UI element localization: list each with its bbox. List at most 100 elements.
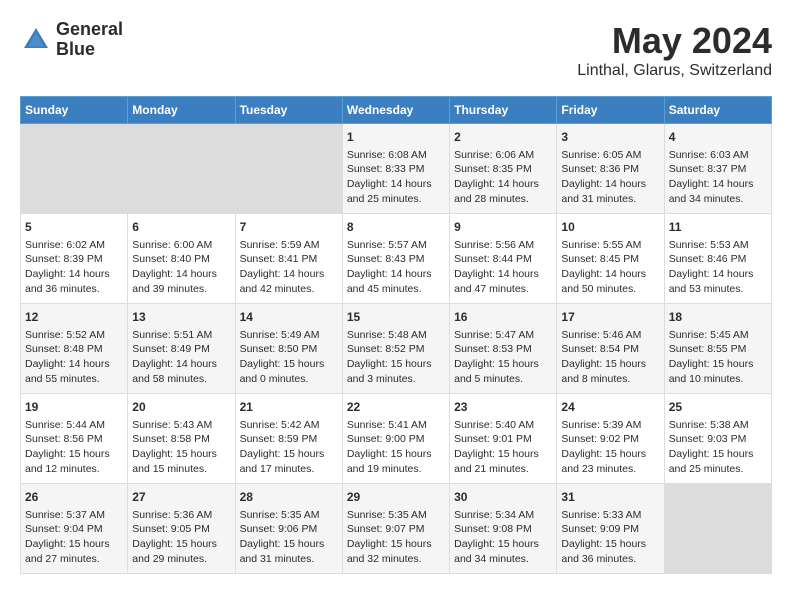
sunrise-text: Sunrise: 5:53 AM (669, 238, 767, 253)
daylight-text: Daylight: 14 hours (347, 177, 445, 192)
calendar-cell: 20Sunrise: 5:43 AMSunset: 8:58 PMDayligh… (128, 394, 235, 484)
sunset-text: Sunset: 9:07 PM (347, 522, 445, 537)
sunset-text: Sunset: 8:35 PM (454, 162, 552, 177)
daylight-text: and 19 minutes. (347, 462, 445, 477)
daylight-text: Daylight: 15 hours (347, 447, 445, 462)
sunset-text: Sunset: 9:09 PM (561, 522, 659, 537)
daylight-text: Daylight: 15 hours (454, 447, 552, 462)
sunrise-text: Sunrise: 5:43 AM (132, 418, 230, 433)
calendar-cell (235, 124, 342, 214)
sunset-text: Sunset: 8:59 PM (240, 432, 338, 447)
daylight-text: and 58 minutes. (132, 372, 230, 387)
sunset-text: Sunset: 8:46 PM (669, 252, 767, 267)
calendar-cell: 2Sunrise: 6:06 AMSunset: 8:35 PMDaylight… (450, 124, 557, 214)
sunset-text: Sunset: 9:08 PM (454, 522, 552, 537)
daylight-text: and 31 minutes. (561, 192, 659, 207)
daylight-text: Daylight: 15 hours (454, 537, 552, 552)
calendar-cell: 11Sunrise: 5:53 AMSunset: 8:46 PMDayligh… (664, 214, 771, 304)
daylight-text: and 55 minutes. (25, 372, 123, 387)
daylight-text: and 28 minutes. (454, 192, 552, 207)
daylight-text: Daylight: 14 hours (561, 267, 659, 282)
logo-icon (20, 24, 52, 56)
daylight-text: Daylight: 15 hours (561, 447, 659, 462)
sunset-text: Sunset: 9:04 PM (25, 522, 123, 537)
header-cell-tuesday: Tuesday (235, 97, 342, 124)
daylight-text: Daylight: 14 hours (669, 177, 767, 192)
daylight-text: and 25 minutes. (347, 192, 445, 207)
day-number: 24 (561, 399, 659, 416)
daylight-text: Daylight: 14 hours (132, 267, 230, 282)
daylight-text: and 0 minutes. (240, 372, 338, 387)
sunrise-text: Sunrise: 5:39 AM (561, 418, 659, 433)
day-number: 21 (240, 399, 338, 416)
calendar-week-3: 19Sunrise: 5:44 AMSunset: 8:56 PMDayligh… (21, 394, 772, 484)
calendar-cell: 3Sunrise: 6:05 AMSunset: 8:36 PMDaylight… (557, 124, 664, 214)
sunset-text: Sunset: 8:39 PM (25, 252, 123, 267)
sunset-text: Sunset: 9:02 PM (561, 432, 659, 447)
calendar-cell: 15Sunrise: 5:48 AMSunset: 8:52 PMDayligh… (342, 304, 449, 394)
day-number: 26 (25, 489, 123, 506)
daylight-text: and 39 minutes. (132, 282, 230, 297)
daylight-text: and 34 minutes. (454, 552, 552, 567)
sunset-text: Sunset: 8:54 PM (561, 342, 659, 357)
day-number: 17 (561, 309, 659, 326)
daylight-text: Daylight: 15 hours (347, 357, 445, 372)
sunset-text: Sunset: 9:01 PM (454, 432, 552, 447)
calendar-cell: 9Sunrise: 5:56 AMSunset: 8:44 PMDaylight… (450, 214, 557, 304)
sunrise-text: Sunrise: 5:40 AM (454, 418, 552, 433)
calendar-body: 1Sunrise: 6:08 AMSunset: 8:33 PMDaylight… (21, 124, 772, 574)
sunrise-text: Sunrise: 5:56 AM (454, 238, 552, 253)
daylight-text: and 50 minutes. (561, 282, 659, 297)
day-number: 20 (132, 399, 230, 416)
day-number: 1 (347, 129, 445, 146)
sunset-text: Sunset: 8:53 PM (454, 342, 552, 357)
daylight-text: Daylight: 15 hours (669, 447, 767, 462)
sunset-text: Sunset: 8:50 PM (240, 342, 338, 357)
daylight-text: and 36 minutes. (561, 552, 659, 567)
daylight-text: and 23 minutes. (561, 462, 659, 477)
calendar-cell: 18Sunrise: 5:45 AMSunset: 8:55 PMDayligh… (664, 304, 771, 394)
subtitle: Linthal, Glarus, Switzerland (577, 62, 772, 80)
calendar-cell: 1Sunrise: 6:08 AMSunset: 8:33 PMDaylight… (342, 124, 449, 214)
sunset-text: Sunset: 8:58 PM (132, 432, 230, 447)
sunrise-text: Sunrise: 5:33 AM (561, 508, 659, 523)
daylight-text: and 8 minutes. (561, 372, 659, 387)
logo-line2: Blue (56, 40, 123, 60)
header-cell-sunday: Sunday (21, 97, 128, 124)
calendar-cell: 30Sunrise: 5:34 AMSunset: 9:08 PMDayligh… (450, 484, 557, 574)
daylight-text: Daylight: 14 hours (132, 357, 230, 372)
day-number: 27 (132, 489, 230, 506)
daylight-text: and 21 minutes. (454, 462, 552, 477)
sunrise-text: Sunrise: 5:44 AM (25, 418, 123, 433)
sunset-text: Sunset: 9:05 PM (132, 522, 230, 537)
header-cell-monday: Monday (128, 97, 235, 124)
sunset-text: Sunset: 8:36 PM (561, 162, 659, 177)
sunset-text: Sunset: 8:45 PM (561, 252, 659, 267)
sunrise-text: Sunrise: 6:00 AM (132, 238, 230, 253)
calendar-cell (128, 124, 235, 214)
calendar-cell: 21Sunrise: 5:42 AMSunset: 8:59 PMDayligh… (235, 394, 342, 484)
calendar-week-2: 12Sunrise: 5:52 AMSunset: 8:48 PMDayligh… (21, 304, 772, 394)
sunrise-text: Sunrise: 5:46 AM (561, 328, 659, 343)
day-number: 4 (669, 129, 767, 146)
calendar-week-0: 1Sunrise: 6:08 AMSunset: 8:33 PMDaylight… (21, 124, 772, 214)
sunrise-text: Sunrise: 6:05 AM (561, 148, 659, 163)
daylight-text: and 36 minutes. (25, 282, 123, 297)
sunset-text: Sunset: 9:00 PM (347, 432, 445, 447)
sunset-text: Sunset: 8:43 PM (347, 252, 445, 267)
daylight-text: Daylight: 15 hours (132, 537, 230, 552)
day-number: 13 (132, 309, 230, 326)
daylight-text: Daylight: 15 hours (561, 537, 659, 552)
sunset-text: Sunset: 9:06 PM (240, 522, 338, 537)
day-number: 2 (454, 129, 552, 146)
day-number: 9 (454, 219, 552, 236)
header-cell-wednesday: Wednesday (342, 97, 449, 124)
sunrise-text: Sunrise: 5:38 AM (669, 418, 767, 433)
daylight-text: and 15 minutes. (132, 462, 230, 477)
daylight-text: and 3 minutes. (347, 372, 445, 387)
daylight-text: and 34 minutes. (669, 192, 767, 207)
daylight-text: and 12 minutes. (25, 462, 123, 477)
logo: General Blue (20, 20, 123, 60)
daylight-text: Daylight: 14 hours (454, 267, 552, 282)
day-number: 7 (240, 219, 338, 236)
